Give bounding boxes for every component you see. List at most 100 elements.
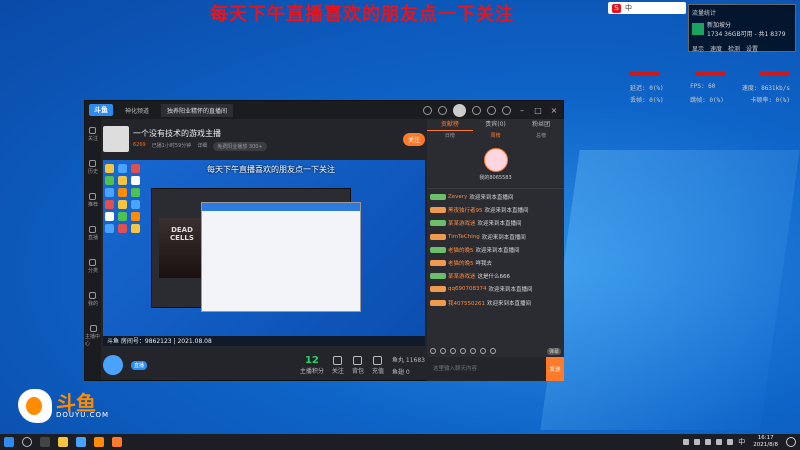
stat-latency: 延迟: 0(%) — [630, 85, 664, 92]
minimize-button[interactable]: – — [517, 106, 527, 115]
sogou-icon[interactable]: S — [612, 3, 621, 13]
danmu-toggle[interactable]: 弹幕 — [546, 347, 561, 355]
chat-toolbar: 弹幕 — [427, 347, 564, 355]
tab-contribution[interactable]: 贡献榜 — [427, 119, 473, 131]
chat-input[interactable] — [427, 357, 546, 381]
chat-username[interactable]: Zevery — [448, 194, 467, 200]
more-icon[interactable] — [490, 348, 496, 354]
notification-icon[interactable] — [786, 437, 796, 447]
chat-username[interactable]: 某某游戏迷 — [448, 219, 476, 227]
chat-username[interactable]: 黑夜独行者95 — [448, 206, 483, 214]
chat-username[interactable]: 某某游戏迷 — [448, 272, 476, 280]
level-badge — [430, 220, 446, 227]
chat-message: 老猫的晚5 咩我去 — [430, 259, 561, 267]
streamer-avatar[interactable] — [103, 126, 129, 152]
sidebar-item-history[interactable]: 历史 — [88, 160, 98, 175]
stat-lag: 卡顿率: 0(%) — [750, 97, 790, 104]
settings-icon[interactable] — [502, 105, 511, 115]
app-icon[interactable] — [76, 437, 86, 447]
captured-desktop-icons — [105, 164, 145, 233]
stat-dropped: 丢帧: 0(%) — [630, 97, 664, 104]
tab-channel[interactable]: 神化频道 — [119, 104, 155, 117]
chat-message: 黑夜独行者95 欢迎来到本直播间 — [430, 206, 561, 214]
stat-skipped: 跳帧: 0(%) — [690, 97, 724, 104]
send-button[interactable]: 发送 — [546, 357, 564, 381]
close-button[interactable]: × — [549, 106, 559, 115]
level-badge — [430, 259, 446, 266]
message-icon[interactable] — [438, 105, 447, 115]
server-detail: 1734 36GB可用 - 共1 8379 — [707, 31, 786, 38]
widget-btn-speed[interactable]: 速度 — [710, 44, 722, 53]
start-icon[interactable] — [4, 437, 14, 447]
network-tray-icon[interactable] — [683, 439, 690, 445]
file-explorer-icon[interactable] — [58, 437, 68, 447]
sidebar-item-follow[interactable]: 关注 — [88, 127, 98, 142]
detail-link[interactable]: 详细 — [197, 142, 207, 151]
language-indicator[interactable]: 中 — [738, 437, 745, 447]
backpack-button[interactable]: 背包 — [352, 355, 364, 375]
chat-username[interactable]: 老猫的晚5 — [448, 246, 474, 254]
sidebar-item-anchor[interactable]: 主播中心 — [85, 325, 101, 347]
titlebar: 斗鱼 神化频道 独养阳业精怀的直播间 – □ × — [85, 101, 563, 119]
tab-fans[interactable]: 粉丝团 — [518, 119, 564, 131]
sidebar-item-category[interactable]: 分类 — [88, 259, 98, 274]
subtab-day[interactable]: 日榜 — [427, 131, 473, 141]
fans-icon[interactable] — [450, 348, 456, 354]
tab-room[interactable]: 独养阳业精怀的直播间 — [161, 103, 234, 117]
color-icon[interactable] — [480, 348, 486, 354]
chat-username[interactable]: 我407550261 — [448, 299, 485, 307]
room-tag[interactable]: 免费阳业播放 300+ — [213, 141, 267, 151]
chat-username[interactable]: 老猫的晚5 — [448, 259, 474, 267]
stat-bar — [760, 72, 790, 76]
sidebar-item-live[interactable]: 直播 — [88, 226, 98, 241]
ime-toolbar[interactable]: S 中 — [608, 2, 686, 14]
chat-text: 欢迎来到本直播间 — [488, 287, 533, 294]
follow-button[interactable]: 关注 — [402, 132, 425, 146]
douyu-client-window[interactable]: 斗鱼 神化频道 独养阳业精怀的直播间 – □ × 关注 历史 推荐 直播 分类 … — [84, 100, 564, 381]
subtab-total[interactable]: 总榜 — [518, 131, 564, 141]
sidebar-item-recommend[interactable]: 推荐 — [88, 193, 98, 208]
ime-mode[interactable]: 中 — [625, 3, 632, 13]
search-icon[interactable] — [22, 437, 32, 447]
badge-icon[interactable] — [470, 348, 476, 354]
noble-icon[interactable] — [460, 348, 466, 354]
sidebar-item-mine[interactable]: 我的 — [88, 292, 98, 307]
contributor-avatar — [483, 148, 508, 172]
network-icon — [692, 23, 704, 35]
top-contributor[interactable]: 我的8065583 — [427, 141, 564, 189]
widget-btn-show[interactable]: 显示 — [692, 44, 704, 53]
video-player[interactable]: DEAD CELLS 每天下午直播喜欢的朋友点一下关注 斗鱼 房间号：98621… — [103, 160, 425, 346]
security-icon[interactable] — [716, 439, 723, 445]
subtab-week[interactable]: 周榜 — [473, 131, 519, 141]
chat-username[interactable]: TimTeChing — [448, 234, 480, 240]
chat-username[interactable]: qq690708374 — [448, 286, 486, 292]
system-tray: 中 — [683, 437, 745, 447]
clock-icon — [89, 160, 97, 167]
captured-settings-window — [201, 202, 361, 312]
douyu-taskbar-icon[interactable] — [94, 437, 104, 447]
wifi-icon[interactable] — [705, 439, 712, 445]
bag-icon — [353, 355, 363, 365]
skin-icon[interactable] — [472, 105, 481, 115]
widget-btn-settings[interactable]: 设置 — [746, 44, 758, 53]
follow-control-button[interactable]: 关注 — [332, 355, 344, 375]
douyu-logo-icon[interactable]: 斗鱼 — [89, 104, 113, 116]
network-widget[interactable]: 流量统计 新加坡分 1734 36GB可用 - 共1 8379 显示 速度 检测… — [688, 4, 796, 53]
live-avatar[interactable] — [103, 355, 123, 375]
history-icon[interactable] — [487, 105, 496, 115]
battery-icon[interactable] — [727, 439, 734, 445]
user-avatar[interactable] — [453, 103, 466, 117]
obs-icon[interactable] — [112, 437, 122, 447]
widget-btn-check[interactable]: 检测 — [728, 44, 740, 53]
recharge-button[interactable]: 充值 — [372, 355, 384, 375]
gift-icon[interactable] — [440, 348, 446, 354]
clock[interactable]: 16:17 2021/8/8 — [753, 435, 778, 449]
record-icon[interactable] — [423, 105, 432, 115]
emoji-icon[interactable] — [430, 348, 436, 354]
stat-speed: 速度: 8631kb/s — [741, 85, 790, 92]
task-view-icon[interactable] — [40, 437, 50, 447]
maximize-button[interactable]: □ — [533, 106, 543, 115]
tab-vip[interactable]: 贵宾(0) — [473, 119, 519, 131]
volume-icon[interactable] — [694, 439, 701, 445]
stream-stats: 延迟: 0(%) FPS: 60 速度: 8631kb/s 丢帧: 0(%) 跳… — [630, 72, 790, 104]
